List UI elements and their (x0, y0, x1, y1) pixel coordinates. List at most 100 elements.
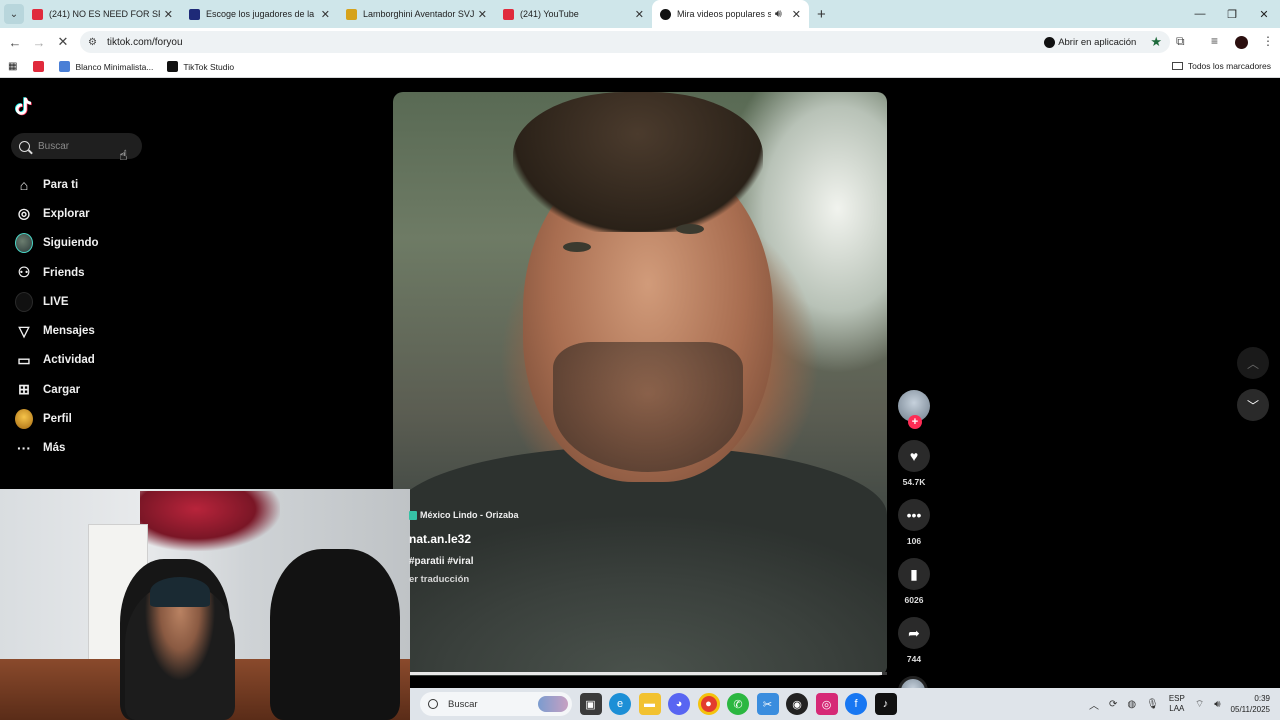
close-tab-icon[interactable]: ✕ (635, 8, 644, 21)
live-avatar (15, 291, 33, 312)
whatsapp-icon[interactable]: ✆ (727, 693, 749, 715)
extensions-icon[interactable]: ⧉ (1176, 34, 1185, 49)
nav-item-mensajes[interactable]: ▽ Mensajes (15, 316, 175, 345)
search-icon (428, 699, 438, 709)
close-tab-icon[interactable]: ✕ (792, 8, 801, 21)
bookmark-youtube[interactable] (33, 61, 49, 72)
antivirus-icon[interactable]: ◍ (1127, 699, 1136, 710)
clock[interactable]: 0:39 05/11/2025 (1231, 693, 1270, 715)
screen: ⌄ (241) NO ES NEED FOR SPEED ( ✕ Escoge … (0, 0, 1280, 720)
edge-icon[interactable]: e (609, 693, 631, 715)
network-icon[interactable]: ⌔ (1195, 698, 1204, 711)
sync-icon[interactable]: ⟳ (1109, 699, 1117, 710)
tiktok-icon[interactable]: ♪ (874, 693, 897, 715)
bookmark-star-icon[interactable]: ★ (1150, 34, 1162, 50)
nav-item-actividad[interactable]: ▭ Actividad (15, 346, 175, 375)
open-in-app-button[interactable]: Abrir en aplicación ★ (1036, 31, 1170, 53)
close-tab-icon[interactable]: ✕ (321, 8, 330, 21)
tiktok-logo-icon[interactable] (13, 95, 35, 117)
restore-icon[interactable]: ❐ (1216, 8, 1248, 21)
volume-icon[interactable]: 🔊︎ (1214, 699, 1220, 710)
language-indicator[interactable]: ESP LAA (1169, 694, 1185, 714)
forward-icon[interactable]: → (27, 35, 51, 50)
heart-icon[interactable]: ♥ (898, 440, 930, 472)
share-action[interactable]: ➦ 744 (898, 617, 930, 664)
profile-avatar[interactable] (1235, 36, 1248, 49)
tab-search-button[interactable]: ⌄ (4, 4, 24, 24)
nav-item-cargar[interactable]: ⊞ Cargar (15, 375, 175, 404)
youtube-icon (33, 61, 45, 72)
video-frame-eye (563, 242, 591, 252)
bookmark-tiktok-studio[interactable]: TikTok Studio (167, 61, 234, 72)
follow-plus-icon[interactable]: + (908, 415, 922, 429)
browser-tab[interactable]: (241) YouTube ✕ (495, 0, 652, 28)
browser-tab[interactable]: Lamborghini Aventador SVJ Ro ✕ (338, 0, 495, 28)
share-icon[interactable]: ➦ (898, 617, 930, 649)
discord-icon[interactable]: ◕ (668, 693, 690, 715)
next-video-button[interactable]: ﹀ (1237, 389, 1269, 421)
nav-label: LIVE (43, 295, 69, 308)
nav-item-mas[interactable]: ··· Más (15, 434, 175, 463)
obs-icon[interactable]: ◉ (786, 693, 808, 715)
nav-item-live[interactable]: LIVE (15, 287, 175, 316)
nav-item-para-ti[interactable]: ⌂ Para ti (15, 170, 175, 199)
nav-label: Mensajes (43, 325, 95, 338)
video-hashtags[interactable]: #paratii #viral (409, 556, 473, 567)
close-tab-icon[interactable]: ✕ (478, 8, 487, 21)
tab-title: (241) NO ES NEED FOR SPEED ( (49, 9, 160, 19)
bookmark-icon[interactable]: ▮ (898, 558, 930, 590)
browser-tab[interactable]: Escoge los jugadores de la sele ✕ (181, 0, 338, 28)
video-player[interactable] (393, 92, 887, 676)
nav-item-explorar[interactable]: ◎ Explorar (15, 199, 175, 228)
media-controls-icon[interactable]: ≡ (1211, 34, 1218, 48)
video-location-tag[interactable]: México Lindo - Orizaba (409, 510, 519, 520)
comment-icon[interactable]: ••• (898, 499, 930, 531)
video-frame-beard (553, 342, 743, 472)
minimize-icon[interactable]: — (1184, 8, 1216, 20)
comment-action[interactable]: ••• 106 (898, 499, 930, 546)
close-window-icon[interactable]: ✕ (1248, 8, 1280, 21)
like-action[interactable]: ♥ 54.7K (898, 440, 930, 487)
nav-item-friends[interactable]: ⚇ Friends (15, 258, 175, 287)
creator-avatar[interactable]: + (898, 390, 930, 429)
close-tab-icon[interactable]: ✕ (164, 8, 173, 21)
tab-title: Mira videos populares selec (677, 9, 771, 19)
back-icon[interactable]: ← (3, 35, 27, 50)
see-translation-link[interactable]: er traducción (409, 574, 469, 585)
nav-item-siguiendo[interactable]: Siguiendo (15, 229, 175, 258)
taskbar-search[interactable]: Buscar (420, 692, 572, 716)
windows-taskbar: Buscar ▣ e ▬ ◕ ● ✆ ✂ ◉ ◎ f ♪ ︿ ⟳ ◍ 🎙︎ ES… (410, 688, 1280, 720)
home-icon: ⌂ (19, 176, 29, 193)
address-bar[interactable]: ⚙︎ tiktok.com/foryou Abrir en aplicación… (80, 31, 1170, 53)
snipping-tool-icon[interactable]: ✂ (756, 693, 779, 715)
menu-icon[interactable]: ⋮ (1262, 34, 1274, 48)
open-in-app-label: Abrir en aplicación (1058, 36, 1137, 48)
browser-tab[interactable]: (241) NO ES NEED FOR SPEED ( ✕ (24, 0, 181, 28)
video-username[interactable]: nat.an.le32 (409, 532, 471, 546)
new-tab-button[interactable]: + (817, 6, 826, 23)
sidebar-nav: ⌂ Para ti ◎ Explorar Siguiendo ⚇ Friends… (15, 170, 175, 463)
facebook-icon[interactable]: f (845, 693, 867, 715)
previous-video-button[interactable]: ︿ (1237, 347, 1269, 379)
speaker-icon[interactable]: 🔊︎ (775, 8, 782, 21)
site-favicon-icon (189, 8, 200, 20)
microphone-icon[interactable]: 🎙︎ (1146, 699, 1159, 710)
video-progress-bar[interactable] (393, 672, 887, 675)
search-placeholder: Buscar (38, 140, 70, 152)
search-icon (19, 140, 30, 152)
nav-label: Para ti (43, 178, 79, 191)
file-explorer-icon[interactable]: ▬ (638, 693, 661, 715)
save-action[interactable]: ▮ 6026 (898, 558, 930, 605)
chevron-up-icon[interactable]: ︿ (1089, 697, 1099, 712)
nav-label: Perfil (43, 413, 72, 426)
task-view-icon[interactable]: ▣ (579, 693, 602, 715)
nav-item-perfil[interactable]: Perfil (15, 404, 175, 433)
bookmark-canva[interactable]: Blanco Minimalista... (59, 61, 153, 72)
site-info-icon[interactable]: ⚙︎ (88, 37, 97, 48)
browser-tab-active[interactable]: Mira videos populares selec 🔊︎ ✕ (652, 0, 809, 28)
stop-loading-icon[interactable]: ✕ (51, 34, 75, 50)
all-bookmarks-button[interactable]: Todos los marcadores (1171, 61, 1271, 71)
instagram-icon[interactable]: ◎ (815, 693, 838, 715)
apps-grid-icon[interactable]: ▦ (8, 61, 17, 72)
chrome-icon[interactable]: ● (697, 693, 720, 715)
